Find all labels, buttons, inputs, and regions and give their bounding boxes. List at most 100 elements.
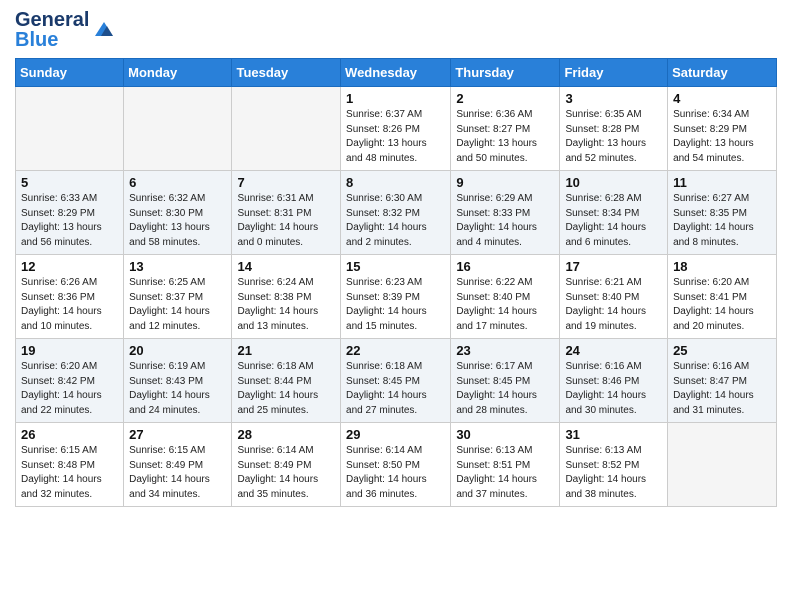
calendar-cell: 17Sunrise: 6:21 AMSunset: 8:40 PMDayligh… (560, 255, 668, 339)
calendar-cell: 12Sunrise: 6:26 AMSunset: 8:36 PMDayligh… (16, 255, 124, 339)
day-number: 5 (21, 175, 118, 190)
day-info: Sunrise: 6:33 AMSunset: 8:29 PMDaylight:… (21, 192, 118, 250)
calendar-cell: 26 Sunrise: 6:15 AMSunset: 8:48 PMDayligh… (16, 423, 124, 507)
calendar-week-1: 1Sunrise: 6:37 AMSunset: 8:26 PMDaylight… (16, 87, 777, 171)
weekday-header-saturday: Saturday (668, 59, 777, 87)
day-info: Sunrise: 6:20 AMSunset: 8:41 PMDaylight:… (673, 276, 771, 334)
day-info: Sunrise: 6:18 AMSunset: 8:44 PMDaylight:… (237, 360, 335, 418)
day-number: 1 (346, 91, 445, 106)
calendar-week-5: 26 Sunrise: 6:15 AMSunset: 8:48 PMDayligh… (16, 423, 777, 507)
page: General Blue SundayMondayTuesdayWednesda… (0, 0, 792, 522)
calendar-cell (124, 87, 232, 171)
calendar-cell: 29 Sunrise: 6:14 AMSunset: 8:50 PMDayligh… (341, 423, 451, 507)
calendar-cell: 20Sunrise: 6:19 AMSunset: 8:43 PMDayligh… (124, 339, 232, 423)
day-number: 27 (129, 427, 226, 442)
day-info: Sunrise: 6:14 AMSunset: 8:50 PMDaylight:… (346, 444, 445, 502)
day-info: Sunrise: 6:34 AMSunset: 8:29 PMDaylight:… (673, 108, 771, 166)
day-info: Sunrise: 6:15 AMSunset: 8:48 PMDaylight:… (21, 444, 118, 502)
day-number: 18 (673, 259, 771, 274)
calendar-cell (232, 87, 341, 171)
day-info: Sunrise: 6:13 AMSunset: 8:52 PMDaylight:… (565, 444, 662, 502)
day-number: 11 (673, 175, 771, 190)
calendar-cell: 25 Sunrise: 6:16 AMSunset: 8:47 PMDayligh… (668, 339, 777, 423)
calendar-cell: 24Sunrise: 6:16 AMSunset: 8:46 PMDayligh… (560, 339, 668, 423)
day-info: Sunrise: 6:25 AMSunset: 8:37 PMDaylight:… (129, 276, 226, 334)
day-info: Sunrise: 6:16 AMSunset: 8:47 PMDaylight:… (673, 360, 771, 418)
day-number: 28 (237, 427, 335, 442)
calendar-week-2: 5 Sunrise: 6:33 AMSunset: 8:29 PMDaylight… (16, 171, 777, 255)
calendar-cell: 3Sunrise: 6:35 AMSunset: 8:28 PMDaylight… (560, 87, 668, 171)
calendar-header-row: SundayMondayTuesdayWednesdayThursdayFrid… (16, 59, 777, 87)
day-number: 29 (346, 427, 445, 442)
day-number: 25 (673, 343, 771, 358)
day-info: Sunrise: 6:17 AMSunset: 8:45 PMDaylight:… (456, 360, 554, 418)
calendar-cell: 9 Sunrise: 6:29 AMSunset: 8:33 PMDaylight… (451, 171, 560, 255)
calendar-cell: 27 Sunrise: 6:15 AMSunset: 8:49 PMDayligh… (124, 423, 232, 507)
day-info: Sunrise: 6:22 AMSunset: 8:40 PMDaylight:… (456, 276, 554, 334)
calendar-cell (16, 87, 124, 171)
calendar-cell: 7Sunrise: 6:31 AMSunset: 8:31 PMDaylight… (232, 171, 341, 255)
day-info: Sunrise: 6:23 AMSunset: 8:39 PMDaylight:… (346, 276, 445, 334)
day-info: Sunrise: 6:26 AMSunset: 8:36 PMDaylight:… (21, 276, 118, 334)
calendar-table: SundayMondayTuesdayWednesdayThursdayFrid… (15, 58, 777, 507)
calendar-cell: 19 Sunrise: 6:20 AMSunset: 8:42 PMDayligh… (16, 339, 124, 423)
calendar-cell: 23 Sunrise: 6:17 AMSunset: 8:45 PMDayligh… (451, 339, 560, 423)
calendar-week-4: 19 Sunrise: 6:20 AMSunset: 8:42 PMDayligh… (16, 339, 777, 423)
weekday-header-wednesday: Wednesday (341, 59, 451, 87)
day-info: Sunrise: 6:19 AMSunset: 8:43 PMDaylight:… (129, 360, 226, 418)
day-number: 7 (237, 175, 335, 190)
day-info: Sunrise: 6:13 AMSunset: 8:51 PMDaylight:… (456, 444, 554, 502)
weekday-header-sunday: Sunday (16, 59, 124, 87)
calendar-cell (668, 423, 777, 507)
weekday-header-thursday: Thursday (451, 59, 560, 87)
day-info: Sunrise: 6:27 AMSunset: 8:35 PMDaylight:… (673, 192, 771, 250)
calendar-cell: 18 Sunrise: 6:20 AMSunset: 8:41 PMDayligh… (668, 255, 777, 339)
day-number: 19 (21, 343, 118, 358)
weekday-header-tuesday: Tuesday (232, 59, 341, 87)
calendar-cell: 16Sunrise: 6:22 AMSunset: 8:40 PMDayligh… (451, 255, 560, 339)
weekday-header-friday: Friday (560, 59, 668, 87)
calendar-cell: 11 Sunrise: 6:27 AMSunset: 8:35 PMDayligh… (668, 171, 777, 255)
day-number: 15 (346, 259, 445, 274)
calendar-cell: 13 Sunrise: 6:25 AMSunset: 8:37 PMDayligh… (124, 255, 232, 339)
day-number: 14 (237, 259, 335, 274)
calendar-cell: 30Sunrise: 6:13 AMSunset: 8:51 PMDayligh… (451, 423, 560, 507)
day-number: 10 (565, 175, 662, 190)
header: General Blue (15, 10, 777, 50)
day-info: Sunrise: 6:16 AMSunset: 8:46 PMDaylight:… (565, 360, 662, 418)
calendar-cell: 28Sunrise: 6:14 AMSunset: 8:49 PMDayligh… (232, 423, 341, 507)
calendar-cell: 10 Sunrise: 6:28 AMSunset: 8:34 PMDayligh… (560, 171, 668, 255)
calendar-cell: 21 Sunrise: 6:18 AMSunset: 8:44 PMDayligh… (232, 339, 341, 423)
day-info: Sunrise: 6:30 AMSunset: 8:32 PMDaylight:… (346, 192, 445, 250)
day-info: Sunrise: 6:20 AMSunset: 8:42 PMDaylight:… (21, 360, 118, 418)
logo: General Blue (15, 10, 115, 50)
day-number: 8 (346, 175, 445, 190)
day-info: Sunrise: 6:24 AMSunset: 8:38 PMDaylight:… (237, 276, 335, 334)
logo-icon (93, 18, 115, 40)
day-number: 6 (129, 175, 226, 190)
calendar-cell: 1Sunrise: 6:37 AMSunset: 8:26 PMDaylight… (341, 87, 451, 171)
day-number: 9 (456, 175, 554, 190)
calendar-cell: 6 Sunrise: 6:32 AMSunset: 8:30 PMDaylight… (124, 171, 232, 255)
day-number: 31 (565, 427, 662, 442)
day-number: 17 (565, 259, 662, 274)
day-info: Sunrise: 6:29 AMSunset: 8:33 PMDaylight:… (456, 192, 554, 250)
day-number: 21 (237, 343, 335, 358)
weekday-header-monday: Monday (124, 59, 232, 87)
day-info: Sunrise: 6:15 AMSunset: 8:49 PMDaylight:… (129, 444, 226, 502)
day-info: Sunrise: 6:32 AMSunset: 8:30 PMDaylight:… (129, 192, 226, 250)
calendar-cell: 15 Sunrise: 6:23 AMSunset: 8:39 PMDayligh… (341, 255, 451, 339)
day-number: 2 (456, 91, 554, 106)
day-number: 4 (673, 91, 771, 106)
calendar-cell: 2Sunrise: 6:36 AMSunset: 8:27 PMDaylight… (451, 87, 560, 171)
calendar-cell: 31 Sunrise: 6:13 AMSunset: 8:52 PMDayligh… (560, 423, 668, 507)
calendar-cell: 4 Sunrise: 6:34 AMSunset: 8:29 PMDaylight… (668, 87, 777, 171)
day-info: Sunrise: 6:35 AMSunset: 8:28 PMDaylight:… (565, 108, 662, 166)
calendar-cell: 5 Sunrise: 6:33 AMSunset: 8:29 PMDaylight… (16, 171, 124, 255)
day-number: 22 (346, 343, 445, 358)
day-number: 13 (129, 259, 226, 274)
day-info: Sunrise: 6:28 AMSunset: 8:34 PMDaylight:… (565, 192, 662, 250)
calendar-week-3: 12Sunrise: 6:26 AMSunset: 8:36 PMDayligh… (16, 255, 777, 339)
day-number: 23 (456, 343, 554, 358)
day-number: 26 (21, 427, 118, 442)
